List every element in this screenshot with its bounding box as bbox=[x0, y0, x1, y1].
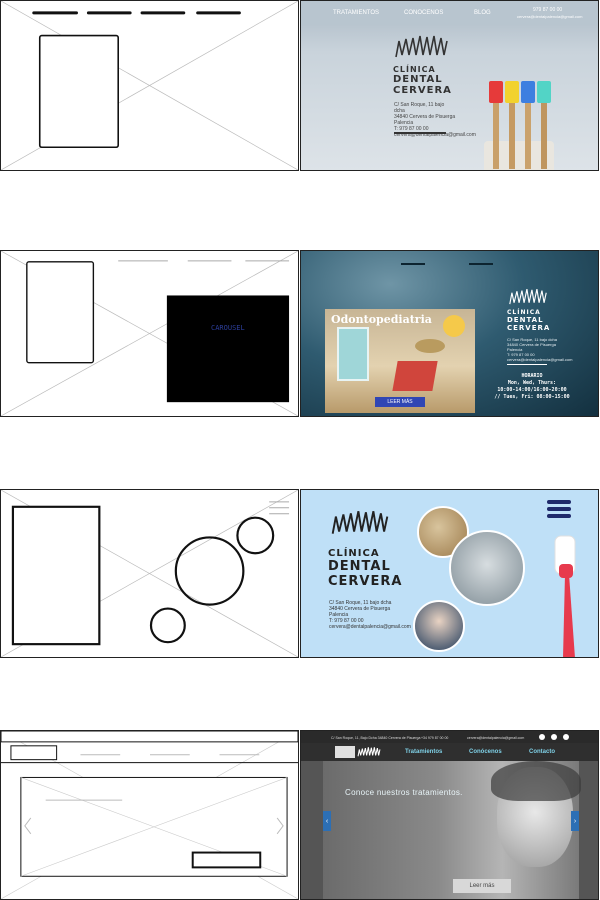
logo-mark-icon bbox=[357, 747, 381, 757]
menu-icon[interactable] bbox=[547, 500, 571, 518]
schedule-line: Mon, Wed, Thurs: bbox=[507, 380, 557, 386]
photo-circle-clinic bbox=[449, 530, 525, 606]
divider bbox=[507, 364, 547, 365]
chevron-right-icon: › bbox=[573, 817, 577, 825]
wireframe-cross bbox=[1, 251, 298, 416]
mockup-3: CLÍNICA DENTAL CERVERA C/ San Roque, 11 … bbox=[300, 489, 599, 658]
topbar-email[interactable]: cervera@dentalpalencia@gmail.com bbox=[467, 735, 524, 741]
logo-line-2: DENTAL bbox=[507, 316, 544, 324]
hero-heading: Conoce nuestros tratamientos. bbox=[345, 788, 463, 797]
logo-line-2: DENTAL bbox=[328, 559, 391, 574]
treatment-card[interactable]: Odontopediatria LEER MÁS bbox=[325, 309, 475, 413]
carousel-next-button[interactable]: › bbox=[571, 811, 579, 831]
schedule-line: 10:00-14:00/16:00-20:00 bbox=[497, 387, 567, 393]
toothbrushes-image bbox=[489, 81, 551, 169]
wireframe-cross bbox=[1, 1, 298, 170]
table-shape bbox=[415, 339, 445, 353]
topbar-address: C/ San Roque, 11, Bajo Dcha 34840 Cerver… bbox=[331, 736, 421, 740]
toothbrush-icon bbox=[554, 535, 576, 657]
row-3: CLÍNICA DENTAL CERVERA C/ San Roque, 11 … bbox=[0, 489, 600, 658]
logo-line-1: CLÍNICA bbox=[393, 65, 436, 74]
logo-line-2: DENTAL bbox=[393, 74, 443, 85]
row-1: TRATAMIENTOS CONOCENOS BLOG 979 87 00 00… bbox=[0, 0, 600, 171]
nav-item-conocenos[interactable]: Conócenos bbox=[469, 749, 502, 755]
nav-item-tratamientos[interactable]: Tratamientos bbox=[405, 749, 442, 755]
nav-item-conocenos[interactable]: CONOCENOS bbox=[404, 10, 443, 16]
address-block: C/ San Roque, 11 bajo dcha 34840 Cervera… bbox=[329, 600, 411, 630]
wireframe-2: CAROUSEL bbox=[0, 250, 299, 417]
facebook-icon[interactable] bbox=[539, 734, 545, 740]
sun-icon bbox=[443, 315, 465, 337]
hero-hair bbox=[491, 761, 581, 801]
wireframe-1 bbox=[0, 0, 299, 171]
wireframe-cross bbox=[1, 490, 298, 657]
logo-line-1: CLÍNICA bbox=[328, 548, 380, 559]
instagram-icon[interactable] bbox=[563, 734, 569, 740]
wireframe-cross bbox=[1, 731, 298, 899]
topbar-phone: +34 979 87 00 00 bbox=[421, 736, 449, 740]
wireframe-3 bbox=[0, 489, 299, 658]
carousel-prev-button[interactable]: ‹ bbox=[323, 811, 331, 831]
logo-text: CLÍNICA DENTAL CERVERA bbox=[507, 309, 550, 332]
read-more-button[interactable]: LEER MÁS bbox=[375, 397, 425, 407]
schedule-line: // Tues, Fri: 08:00-15:00 bbox=[494, 394, 570, 400]
nav-link[interactable] bbox=[469, 263, 493, 265]
header-email[interactable]: cervera@dentalpalencia@gmail.com bbox=[517, 14, 582, 20]
mockup-4: C/ San Roque, 11, Bajo Dcha 34840 Cerver… bbox=[300, 730, 599, 900]
address-line: cervera@dentalpalencia@gmail.com bbox=[507, 357, 573, 362]
card-title: Odontopediatria bbox=[331, 313, 432, 326]
read-more-button[interactable]: Leer más bbox=[453, 879, 511, 893]
twitter-icon[interactable] bbox=[551, 734, 557, 740]
nav-item-blog[interactable]: BLOG bbox=[474, 10, 491, 16]
door-shape bbox=[337, 327, 369, 381]
logo-line-1: CLÍNICA bbox=[507, 309, 541, 316]
wireframe-4 bbox=[0, 730, 299, 900]
logo-mark-icon bbox=[395, 35, 448, 58]
schedule-title: HORARIO bbox=[521, 373, 543, 379]
row-4: C/ San Roque, 11, Bajo Dcha 34840 Cerver… bbox=[0, 730, 600, 900]
mockup-1: TRATAMIENTOS CONOCENOS BLOG 979 87 00 00… bbox=[300, 0, 599, 171]
logo[interactable] bbox=[335, 746, 383, 758]
button-label: Leer más bbox=[469, 883, 495, 889]
logo-text: CLÍNICA DENTAL CERVERA bbox=[328, 548, 402, 589]
nav-link[interactable] bbox=[401, 263, 425, 265]
logo-line-3: CERVERA bbox=[507, 324, 551, 332]
address-line: C/ San Roque, 11 bajo dcha bbox=[394, 102, 445, 114]
nav-item-tratamientos[interactable]: TRATAMIENTOS bbox=[333, 10, 379, 16]
button-label: LEER MÁS bbox=[387, 399, 413, 405]
logo-line-3: CERVERA bbox=[393, 85, 452, 96]
carousel-label: CAROUSEL bbox=[211, 324, 245, 332]
logo-text: CLÍNICA DENTAL CERVERA bbox=[393, 65, 452, 96]
header-phone: 979 87 00 00 bbox=[533, 7, 563, 13]
schedule-block: HORARIO Mon, Wed, Thurs: 10:00-14:00/16:… bbox=[493, 373, 571, 401]
divider bbox=[394, 132, 446, 134]
logo-mark-icon bbox=[331, 511, 389, 534]
logo-line-3: CERVERA bbox=[328, 574, 403, 589]
mockup-2: Odontopediatria LEER MÁS CLÍNICA DENTAL … bbox=[300, 250, 599, 417]
address-line: cervera@dentalpalencia@gmail.com bbox=[329, 624, 411, 630]
nav-item-contacto[interactable]: Contacto bbox=[529, 749, 555, 755]
address-block: C/ San Roque, 11 bajo dcha 34840 Cervera… bbox=[507, 337, 573, 362]
chair-shape bbox=[392, 361, 438, 391]
logo-mark-icon bbox=[509, 289, 547, 305]
photo-circle-team bbox=[413, 600, 465, 652]
row-2: CAROUSEL Odontopediatria LEER MÁS CLÍNIC… bbox=[0, 250, 600, 417]
chevron-left-icon: ‹ bbox=[325, 817, 329, 825]
